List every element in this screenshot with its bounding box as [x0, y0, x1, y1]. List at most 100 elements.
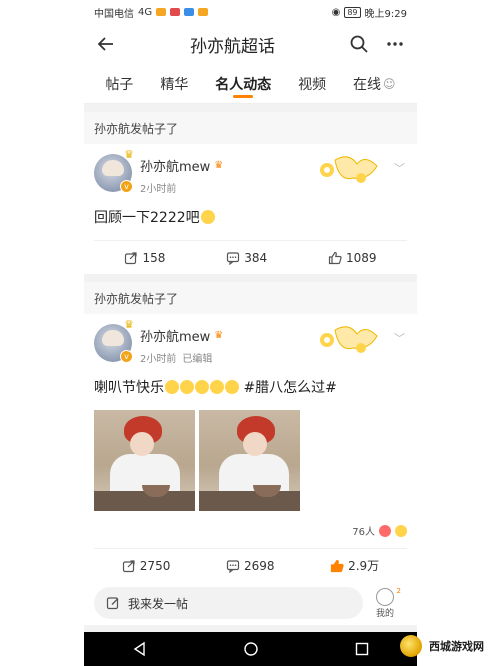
post-card[interactable]: ♛ v 孙亦航mew ♛ 2小时前 已编辑 ﹀ 喇叭节快乐 #腊八怎么过# 76…	[84, 314, 417, 582]
edit-icon	[106, 597, 119, 610]
back-button[interactable]	[94, 32, 118, 56]
reaction-summary[interactable]: 76人	[94, 519, 407, 548]
right-margin	[417, 0, 500, 666]
thumbs-up-icon	[328, 251, 342, 264]
heart-emoji-icon	[379, 524, 391, 537]
app-notification-icon	[170, 8, 181, 16]
chevron-down-icon[interactable]: ﹀	[394, 330, 405, 346]
search-icon	[350, 35, 368, 53]
chevron-down-icon[interactable]: ﹀	[394, 160, 405, 176]
section-header: 孙亦航发帖子了	[84, 112, 417, 144]
post-header: ♛ v 孙亦航mew ♛ 2小时前 已编辑 ﹀	[94, 318, 407, 370]
thumbs-up-icon	[330, 559, 344, 572]
phone-screen: 中国电信 4G ◉ 89 晚上9:29 孙亦航超话 帖子 精华 名人动态 视频 …	[84, 0, 417, 666]
author-name[interactable]: 孙亦航mew	[140, 326, 210, 345]
recents-square-icon[interactable]	[354, 641, 370, 657]
tab-featured[interactable]: 精华	[160, 64, 188, 104]
vip-icon: ♛	[214, 160, 224, 171]
repost-icon	[125, 251, 138, 264]
my-profile-label: 我的	[375, 608, 394, 619]
compose-button[interactable]: 我来发一帖	[94, 587, 363, 619]
search-button[interactable]	[347, 32, 371, 56]
page-title: 孙亦航超话	[190, 36, 275, 57]
home-circle-icon[interactable]	[243, 641, 259, 657]
reaction-count: 76人	[352, 527, 375, 538]
like-button[interactable]: 1089	[328, 251, 377, 265]
post-photo[interactable]	[94, 410, 195, 511]
comment-button[interactable]: 384	[226, 251, 267, 265]
tab-videos[interactable]: 视频	[298, 64, 326, 104]
doge-emoji-icon	[225, 380, 239, 394]
comment-count: 384	[244, 250, 268, 265]
clock: 晚上9:29	[364, 8, 407, 20]
tab-online[interactable]: 在线 ☺	[353, 64, 396, 104]
post-actions: 2750 2698 2.9万	[94, 548, 407, 582]
post-text: 回顾一下2222吧	[94, 200, 407, 240]
section-header: 孙亦航发帖子了	[84, 282, 417, 314]
hashtag-link[interactable]: #腊八怎么过#	[243, 380, 336, 396]
compose-label: 我来发一帖	[128, 596, 189, 611]
flower-sticker-icon	[320, 326, 378, 353]
repost-icon	[122, 559, 135, 572]
eye-icon: ◉	[331, 6, 341, 18]
more-dots-icon	[387, 42, 403, 46]
app-notification-icon	[156, 8, 167, 16]
avatar[interactable]: ♛ v	[94, 148, 134, 193]
post-time: 2小时前	[140, 354, 177, 365]
spacer	[84, 274, 417, 282]
doge-emoji-icon	[180, 380, 194, 394]
post-meta: 孙亦航mew ♛ 2小时前 已编辑	[140, 324, 223, 365]
repost-count: 158	[142, 250, 166, 265]
repost-count: 2750	[139, 558, 171, 573]
tab-online-label: 在线	[353, 76, 381, 93]
site-logo-icon	[400, 635, 422, 657]
arrow-left-icon	[97, 37, 113, 51]
left-margin	[0, 0, 84, 666]
vip-icon: ♛	[214, 330, 224, 341]
like-count: 1089	[346, 250, 377, 265]
comment-count: 2698	[243, 558, 275, 573]
site-watermark: 西城游戏网	[400, 632, 496, 660]
post-photo[interactable]	[199, 410, 300, 511]
comment-icon	[227, 251, 240, 265]
smile-emoji-icon	[200, 210, 215, 224]
user-icon: 2	[376, 587, 401, 606]
back-triangle-icon[interactable]	[132, 641, 148, 657]
app-notification-icon	[184, 8, 195, 16]
post-text: 喇叭节快乐 #腊八怎么过#	[94, 370, 407, 410]
crown-icon: ♛	[124, 318, 134, 331]
compose-bar: 我来发一帖 2 我的	[84, 581, 417, 625]
doge-emoji-icon	[165, 380, 179, 394]
repost-button[interactable]: 2750	[122, 558, 171, 573]
laugh-emoji-icon	[395, 524, 407, 537]
tab-celebrity-updates[interactable]: 名人动态	[215, 64, 271, 104]
flower-sticker-icon	[320, 156, 378, 183]
author-name[interactable]: 孙亦航mew	[140, 156, 210, 175]
tab-posts[interactable]: 帖子	[105, 64, 133, 104]
my-profile-button[interactable]: 2 我的	[363, 587, 407, 619]
comment-button[interactable]: 2698	[226, 558, 275, 573]
post-time: 2小时前	[140, 184, 177, 195]
signal-label: 4G	[138, 6, 153, 18]
status-bar: 中国电信 4G ◉ 89 晚上9:29	[84, 0, 417, 24]
tab-bar: 帖子 精华 名人动态 视频 在线 ☺	[84, 64, 417, 104]
verified-badge-icon: v	[120, 350, 133, 363]
spacer	[84, 104, 417, 112]
repost-button[interactable]: 158	[124, 251, 165, 265]
smiley-icon: ☺	[383, 76, 396, 91]
like-count: 2.9万	[348, 559, 380, 573]
post-actions: 158 384 1089	[94, 240, 407, 274]
like-button[interactable]: 2.9万	[330, 557, 379, 574]
edited-label: 已编辑	[182, 354, 213, 365]
post-card[interactable]: ♛ v 孙亦航mew ♛ 2小时前 ﹀ 回顾一下2222吧 158 384 10…	[84, 144, 417, 274]
watermark-text: 西城游戏网	[426, 637, 487, 655]
battery-indicator: 89	[344, 6, 361, 18]
verified-badge-icon: v	[120, 180, 133, 193]
app-notification-icon	[198, 8, 209, 16]
doge-emoji-icon	[210, 380, 224, 394]
post-header: ♛ v 孙亦航mew ♛ 2小时前 ﹀	[94, 148, 407, 200]
more-button[interactable]	[383, 32, 407, 56]
avatar[interactable]: ♛ v	[94, 318, 134, 363]
post-text-body: 回顾一下2222吧	[94, 210, 200, 226]
top-nav: 孙亦航超话	[84, 24, 417, 64]
